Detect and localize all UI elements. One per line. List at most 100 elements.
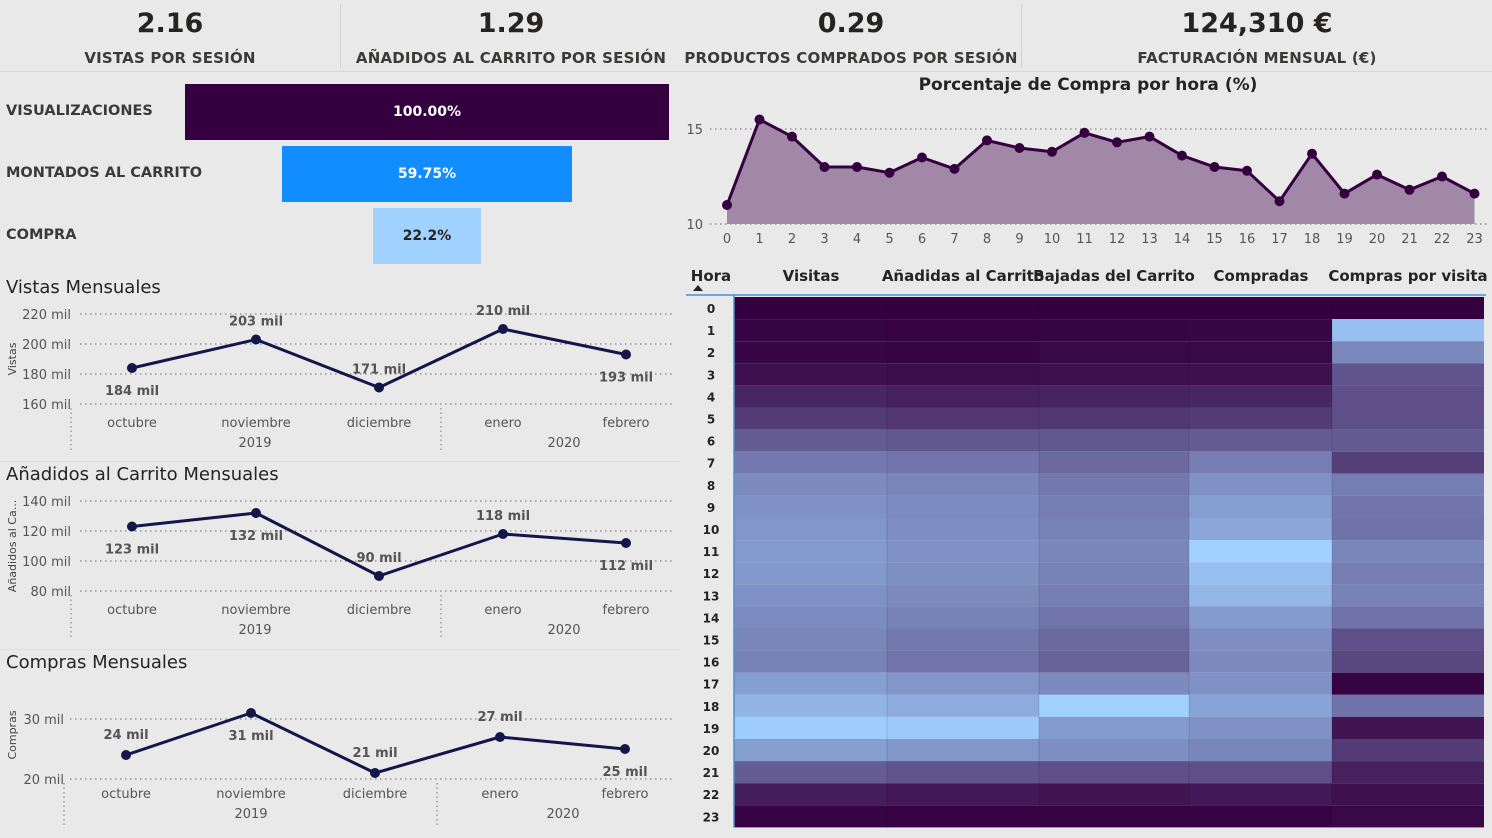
matrix-cell[interactable] [1332, 694, 1484, 717]
matrix-cell[interactable] [887, 407, 1039, 430]
matrix-cell[interactable] [734, 562, 887, 585]
matrix-cell[interactable] [1039, 429, 1189, 452]
data-point[interactable] [917, 152, 927, 163]
matrix-cell[interactable] [1332, 716, 1484, 739]
data-point[interactable] [1372, 169, 1382, 180]
matrix-cell[interactable] [1039, 628, 1189, 651]
matrix-cell[interactable] [1039, 694, 1189, 717]
data-point[interactable] [1242, 165, 1252, 176]
data-point[interactable] [127, 363, 137, 373]
matrix-cell[interactable] [734, 473, 887, 496]
matrix-cell[interactable] [887, 297, 1039, 320]
matrix-cell[interactable] [1189, 540, 1332, 563]
matrix-cell[interactable] [1039, 319, 1189, 342]
matrix-cell[interactable] [734, 451, 887, 474]
matrix-cell[interactable] [1189, 606, 1332, 629]
matrix-cell[interactable] [887, 694, 1039, 717]
matrix-cell[interactable] [1332, 297, 1484, 320]
data-point[interactable] [1437, 171, 1447, 182]
data-point[interactable] [1274, 196, 1285, 207]
matrix-cell[interactable] [1039, 805, 1189, 828]
matrix-cell[interactable] [1189, 562, 1332, 585]
matrix-cell[interactable] [1332, 628, 1484, 651]
matrix-cell[interactable] [734, 672, 887, 695]
matrix-cell[interactable] [734, 650, 887, 673]
matrix-cell[interactable] [1332, 385, 1484, 408]
matrix-cell[interactable] [1189, 319, 1332, 342]
data-point[interactable] [251, 508, 261, 518]
data-point[interactable] [1014, 143, 1025, 153]
data-point[interactable] [498, 324, 508, 334]
data-point[interactable] [949, 163, 960, 174]
matrix-cell[interactable] [1039, 363, 1189, 386]
data-point[interactable] [1307, 148, 1317, 159]
matrix-cell[interactable] [734, 319, 887, 342]
matrix-cell[interactable] [1039, 716, 1189, 739]
matrix-cell[interactable] [1332, 672, 1484, 695]
matrix-cell[interactable] [887, 473, 1039, 496]
data-point[interactable] [1144, 131, 1155, 142]
matrix-cell[interactable] [1332, 562, 1484, 585]
matrix-cell[interactable] [1332, 540, 1484, 563]
matrix-cell[interactable] [1189, 385, 1332, 408]
matrix-cell[interactable] [887, 716, 1039, 739]
matrix-cell[interactable] [734, 606, 887, 629]
funnel-bar-purchase[interactable]: 22.2% [373, 208, 481, 264]
matrix-cell[interactable] [1189, 783, 1332, 806]
matrix-cell[interactable] [1332, 451, 1484, 474]
matrix-cell[interactable] [1039, 341, 1189, 364]
matrix-cell[interactable] [1189, 694, 1332, 717]
matrix-cell[interactable] [1039, 606, 1189, 629]
matrix-cell[interactable] [1332, 783, 1484, 806]
matrix-cell[interactable] [734, 363, 887, 386]
matrix-cell[interactable] [1189, 518, 1332, 541]
matrix-cell[interactable] [734, 739, 887, 762]
matrix-cell[interactable] [734, 584, 887, 607]
matrix-cell[interactable] [734, 628, 887, 651]
funnel-bar-views[interactable]: 100.00% [185, 84, 669, 140]
sort-ascending-icon[interactable] [693, 285, 703, 291]
matrix-cell[interactable] [1189, 584, 1332, 607]
matrix-cell[interactable] [1332, 739, 1484, 762]
matrix-cell[interactable] [887, 739, 1039, 762]
matrix-cell[interactable] [1189, 672, 1332, 695]
matrix-cell[interactable] [1039, 451, 1189, 474]
matrix-cell[interactable] [1189, 297, 1332, 320]
matrix-cell[interactable] [887, 540, 1039, 563]
data-point[interactable] [982, 135, 992, 146]
matrix-cell[interactable] [734, 429, 887, 452]
matrix-cell[interactable] [1039, 473, 1189, 496]
matrix-cell[interactable] [1332, 407, 1484, 430]
data-point[interactable] [1079, 127, 1090, 138]
matrix-cell[interactable] [887, 584, 1039, 607]
matrix-cell[interactable] [734, 805, 887, 828]
data-point[interactable] [127, 521, 137, 532]
data-point[interactable] [1339, 188, 1350, 199]
matrix-cell[interactable] [1039, 562, 1189, 585]
matrix-cell[interactable] [1189, 628, 1332, 651]
matrix-cell[interactable] [734, 341, 887, 364]
matrix-cell[interactable] [887, 606, 1039, 629]
data-point[interactable] [251, 334, 261, 345]
matrix-cell[interactable] [734, 518, 887, 541]
matrix-cell[interactable] [1189, 495, 1332, 518]
matrix-cell[interactable] [1332, 363, 1484, 386]
matrix-cell[interactable] [1332, 650, 1484, 673]
matrix-cell[interactable] [887, 319, 1039, 342]
matrix-cell[interactable] [1039, 540, 1189, 563]
data-point[interactable] [754, 114, 765, 125]
matrix-cell[interactable] [1039, 518, 1189, 541]
matrix-cell[interactable] [1332, 495, 1484, 518]
data-point[interactable] [1177, 150, 1187, 161]
matrix-cell[interactable] [887, 783, 1039, 806]
matrix-cell[interactable] [887, 805, 1039, 828]
data-point[interactable] [246, 708, 256, 718]
matrix-cell[interactable] [1039, 407, 1189, 430]
matrix-cell[interactable] [1039, 650, 1189, 673]
data-point[interactable] [1404, 184, 1415, 195]
matrix-cell[interactable] [1332, 606, 1484, 629]
matrix-cell[interactable] [1039, 584, 1189, 607]
matrix-cell[interactable] [1039, 495, 1189, 518]
data-point[interactable] [374, 571, 384, 581]
matrix-cell[interactable] [887, 495, 1039, 518]
